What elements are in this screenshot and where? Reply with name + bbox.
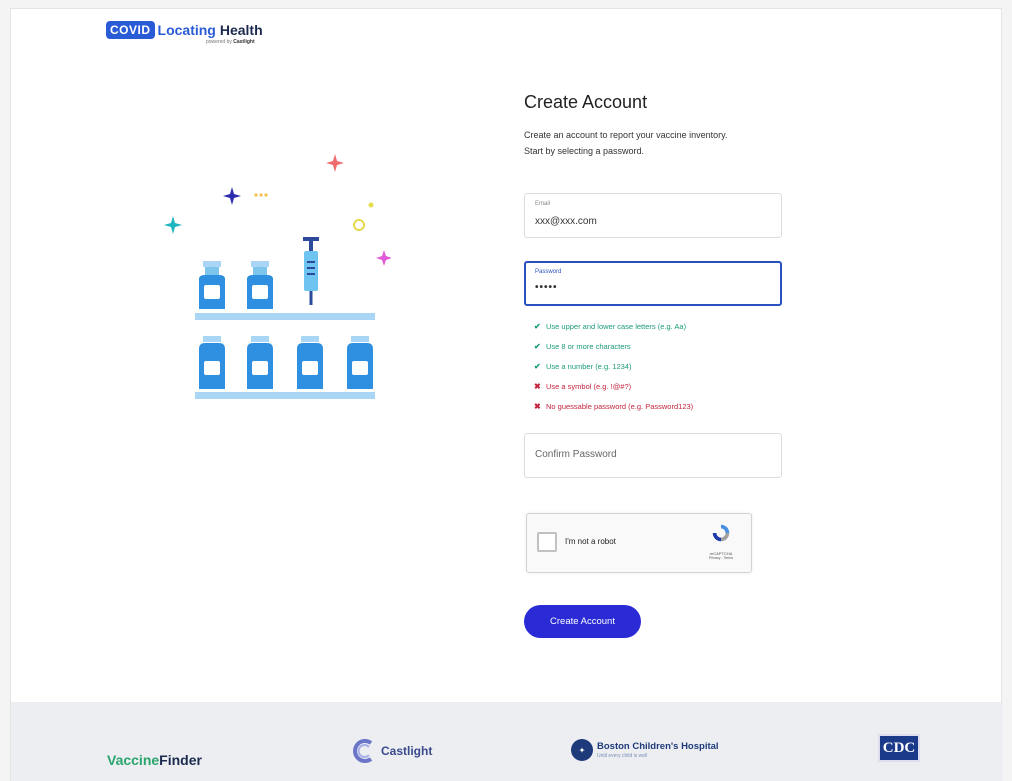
shelf	[195, 392, 375, 399]
vial-icon	[199, 336, 225, 389]
recaptcha-label: I'm not a robot	[565, 537, 616, 546]
sparkle-icon	[164, 216, 182, 234]
cross-icon: ✖	[534, 382, 541, 391]
create-account-form: Create Account Create an account to repo…	[524, 92, 784, 638]
vaccine-vials-illustration	[164, 154, 391, 399]
shelf	[195, 313, 375, 320]
sparkle-icon	[223, 187, 241, 205]
vial-icon	[247, 261, 273, 309]
email-label: Email	[535, 201, 551, 207]
boston-childrens-hospital-logo[interactable]: ✦ Boston Children's Hospital Until every…	[571, 739, 719, 761]
dot-icon	[368, 202, 374, 208]
vaccinefinder-logo[interactable]: VaccineFinder	[107, 752, 202, 768]
logo-powered-by: powered by Castlight	[206, 39, 255, 45]
vial-icon	[297, 336, 323, 389]
email-value: xxx@xxx.com	[535, 216, 597, 227]
castlight-c-icon	[353, 739, 373, 763]
castlight-logo[interactable]: Castlight	[351, 738, 432, 764]
password-field[interactable]: Password •••••	[524, 261, 782, 306]
dot-icon	[264, 193, 268, 197]
password-rule: ✖ Use a symbol (e.g. !@#?)	[534, 377, 693, 397]
password-rules: ✔ Use upper and lower case letters (e.g. …	[534, 317, 693, 417]
check-icon: ✔	[534, 342, 541, 351]
form-description: Create an account to report your vaccine…	[524, 130, 728, 156]
check-icon: ✔	[534, 362, 541, 371]
check-icon: ✔	[534, 322, 541, 331]
sparkle-icon	[326, 154, 344, 172]
create-account-button[interactable]: Create Account	[524, 605, 641, 638]
bch-seal-icon: ✦	[571, 739, 593, 761]
partner-footer: VaccineFinder Castlight ✦ Boston Childre…	[11, 702, 1003, 781]
recaptcha-logo: reCAPTCHA Privacy - Terms	[701, 522, 741, 560]
page: COVID Locating Health powered by Castlig…	[10, 8, 1003, 781]
logo-badge: COVID	[106, 21, 155, 39]
password-rule: ✖ No guessable password (e.g. Password123…	[534, 397, 693, 417]
dot-icon	[254, 193, 258, 197]
password-rule: ✔ Use upper and lower case letters (e.g. …	[534, 317, 693, 337]
password-rule: ✔ Use a number (e.g. 1234)	[534, 357, 693, 377]
confirm-password-field[interactable]: Confirm Password	[524, 433, 782, 478]
vial-icon	[199, 261, 225, 309]
recaptcha-links[interactable]: Privacy - Terms	[701, 556, 741, 560]
email-field[interactable]: Email xxx@xxx.com	[524, 193, 782, 238]
syringe-icon	[303, 237, 319, 305]
covid-locating-health-logo[interactable]: COVID Locating Health powered by Castlig…	[106, 21, 263, 45]
vial-icon	[347, 336, 373, 389]
logo-health-text: Health	[219, 22, 263, 38]
confirm-password-placeholder: Confirm Password	[535, 449, 617, 460]
password-rule: ✔ Use 8 or more characters	[534, 337, 693, 357]
password-label: Password	[535, 269, 562, 275]
recaptcha-icon	[712, 524, 730, 542]
sparkle-icon	[376, 250, 391, 266]
recaptcha-checkbox[interactable]	[537, 532, 557, 552]
logo-locating-text: Locating	[157, 22, 216, 38]
recaptcha-widget: I'm not a robot reCAPTCHA Privacy - Term…	[526, 513, 752, 573]
cdc-logo[interactable]: CDC	[878, 734, 920, 762]
password-value: •••••	[535, 282, 558, 293]
cross-icon: ✖	[534, 402, 541, 411]
ring-icon	[353, 219, 365, 231]
page-title: Create Account	[524, 92, 648, 112]
dot-icon	[259, 193, 263, 197]
vial-icon	[247, 336, 273, 389]
